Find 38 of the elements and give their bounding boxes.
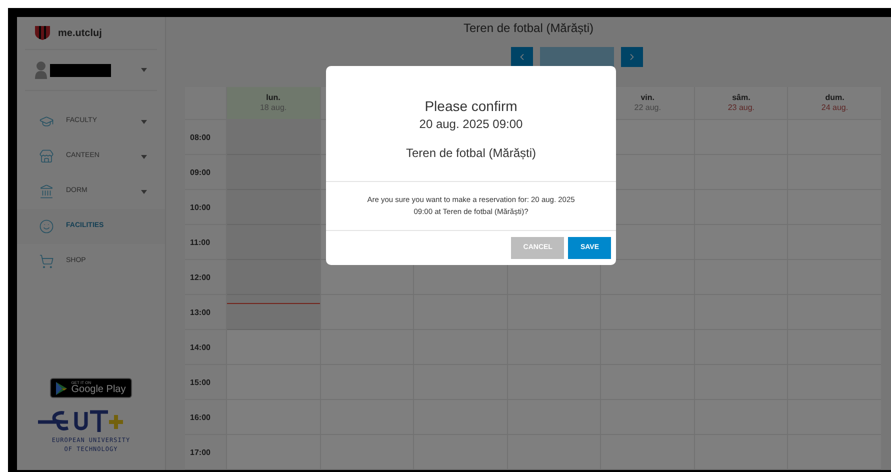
time-label: 11:00 — [190, 238, 210, 247]
caret-icon — [141, 190, 147, 194]
day-name: sâm. — [732, 93, 750, 103]
week-picker-button[interactable] — [540, 47, 614, 67]
graduation-cap-icon — [39, 114, 54, 129]
brand-name: me.utcluj — [58, 26, 102, 40]
day-date: 22 aug. — [634, 103, 661, 113]
time-label: 12:00 — [190, 273, 210, 282]
dialog-datetime: 20 aug. 2025 09:00 — [419, 116, 523, 133]
time-label: 10:00 — [190, 203, 210, 212]
page-title: Teren de fotbal (Mărăști) — [463, 20, 594, 37]
dialog-facility: Teren de fotbal (Mărăști) — [406, 145, 536, 162]
store-icon — [39, 149, 54, 164]
time-label: 14:00 — [190, 343, 210, 352]
smile-icon — [39, 219, 54, 234]
caret-icon — [141, 120, 147, 124]
time-label: 08:00 — [190, 133, 210, 142]
redacted-name — [50, 64, 111, 76]
shield-logo-icon — [35, 26, 50, 40]
day-name: dum. — [825, 93, 844, 103]
bank-building-icon — [39, 184, 54, 199]
dialog-title: Please confirm — [424, 97, 518, 115]
day-name: lun. — [266, 93, 280, 103]
time-label: 15:00 — [190, 378, 210, 387]
time-label: 13:00 — [190, 308, 210, 317]
user-menu-toggle[interactable] — [141, 68, 147, 72]
cart-icon — [39, 254, 54, 269]
time-label: 17:00 — [190, 448, 210, 457]
day-name: vin. — [640, 93, 654, 103]
previous-week-button[interactable] — [510, 47, 532, 67]
caret-icon — [141, 154, 147, 158]
time-label: 09:00 — [190, 168, 210, 177]
day-date: 24 aug. — [821, 103, 848, 113]
play-triangle-icon — [56, 382, 68, 394]
time-label: 16:00 — [190, 413, 210, 422]
avatar-icon — [35, 61, 47, 79]
caret-icon — [141, 68, 147, 72]
day-date: 23 aug. — [728, 103, 755, 113]
